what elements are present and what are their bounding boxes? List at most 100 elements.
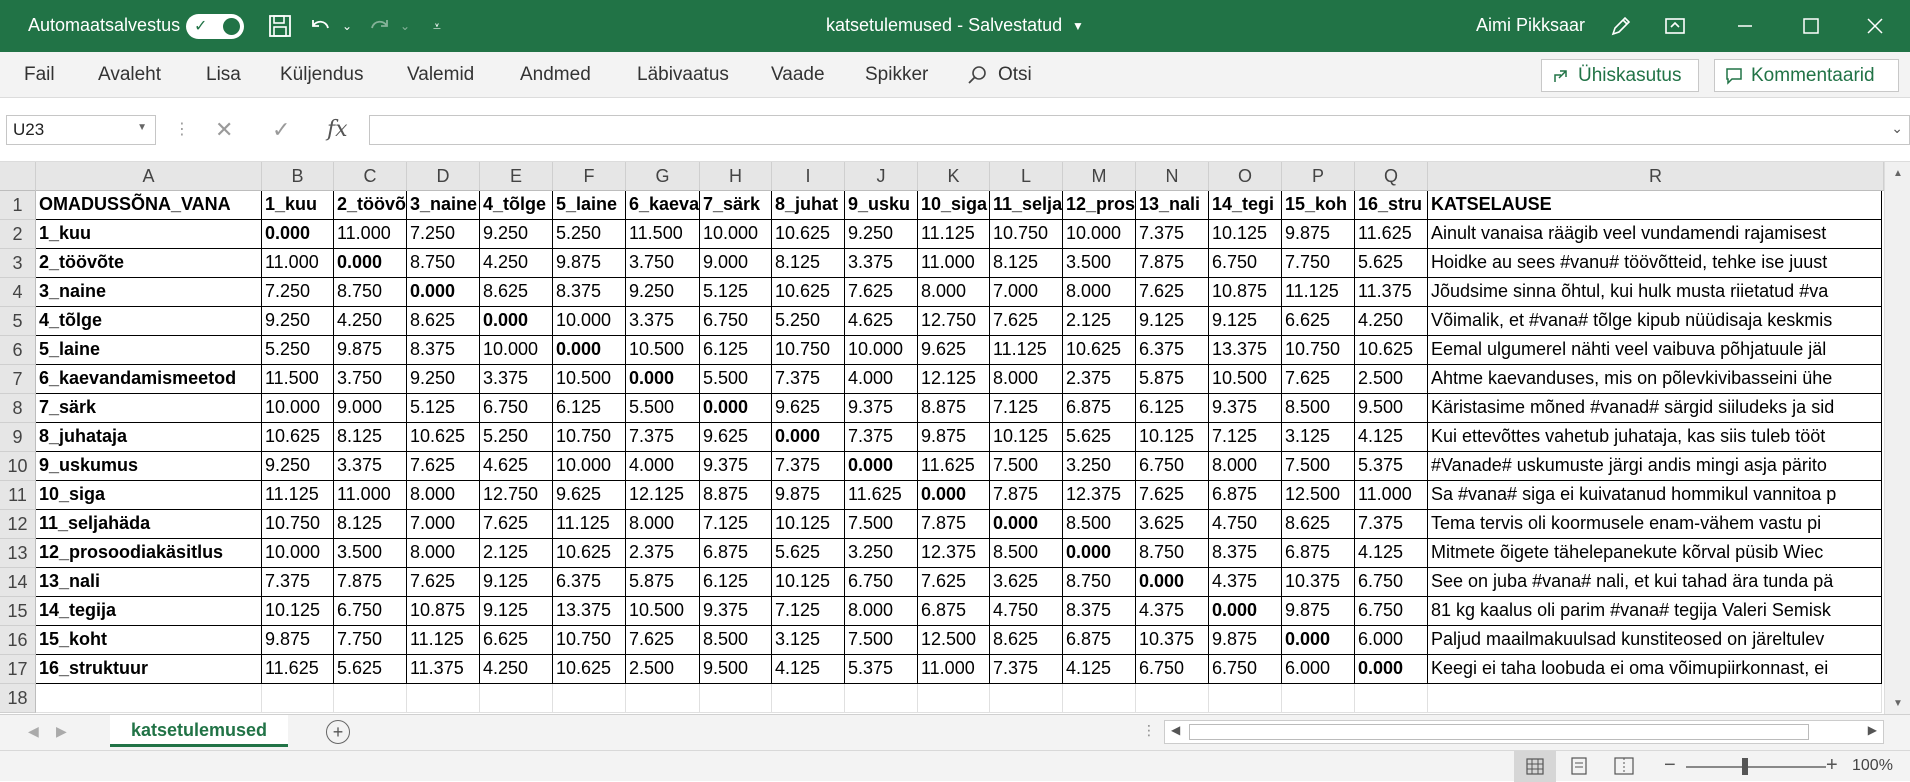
cell-q11[interactable]: 11.000	[1355, 481, 1428, 510]
cell-i8[interactable]: 9.625	[772, 394, 845, 423]
cell-a15[interactable]: 14_tegija	[36, 597, 262, 626]
cell-m16[interactable]: 6.875	[1063, 626, 1136, 655]
cell-f16[interactable]: 10.750	[553, 626, 626, 655]
cell-e3[interactable]: 4.250	[480, 249, 553, 278]
cell-p16[interactable]: 0.000	[1282, 626, 1355, 655]
cell-e6[interactable]: 10.000	[480, 336, 553, 365]
cell-p3[interactable]: 7.750	[1282, 249, 1355, 278]
cell-k2[interactable]: 11.125	[918, 220, 990, 249]
cell-f7[interactable]: 10.500	[553, 365, 626, 394]
cell-g6[interactable]: 10.500	[626, 336, 700, 365]
page-layout-view-icon[interactable]	[1570, 757, 1588, 780]
cell-c15[interactable]: 6.750	[334, 597, 407, 626]
row-header-1[interactable]: 1	[0, 191, 36, 220]
cell-j8[interactable]: 9.375	[845, 394, 918, 423]
cell-l4[interactable]: 7.000	[990, 278, 1063, 307]
cell-o15[interactable]: 0.000	[1209, 597, 1282, 626]
cell-f9[interactable]: 10.750	[553, 423, 626, 452]
cell-k14[interactable]: 7.625	[918, 568, 990, 597]
cell-n9[interactable]: 10.125	[1136, 423, 1209, 452]
cell-f2[interactable]: 5.250	[553, 220, 626, 249]
cell-g12[interactable]: 8.000	[626, 510, 700, 539]
save-icon[interactable]	[266, 12, 294, 40]
cell-n13[interactable]: 8.750	[1136, 539, 1209, 568]
row-header-5[interactable]: 5	[0, 307, 36, 336]
cell-e17[interactable]: 4.250	[480, 655, 553, 684]
cell-f6[interactable]: 0.000	[553, 336, 626, 365]
cell-m1[interactable]: 12_pros	[1063, 191, 1136, 220]
cell-a6[interactable]: 5_laine	[36, 336, 262, 365]
column-header-k[interactable]: K	[918, 162, 990, 191]
cell-d6[interactable]: 8.375	[407, 336, 480, 365]
cell-d17[interactable]: 11.375	[407, 655, 480, 684]
cell-q12[interactable]: 7.375	[1355, 510, 1428, 539]
tab-layout[interactable]: Küljendus	[280, 64, 363, 86]
cell-g14[interactable]: 5.875	[626, 568, 700, 597]
column-header-j[interactable]: J	[845, 162, 918, 191]
cell-i15[interactable]: 7.125	[772, 597, 845, 626]
cell-g1[interactable]: 6_kaeva	[626, 191, 700, 220]
cell-a17[interactable]: 16_struktuur	[36, 655, 262, 684]
cell-k9[interactable]: 9.875	[918, 423, 990, 452]
cell-m14[interactable]: 8.750	[1063, 568, 1136, 597]
cell-m8[interactable]: 6.875	[1063, 394, 1136, 423]
cell-f1[interactable]: 5_laine	[553, 191, 626, 220]
cell-j12[interactable]: 7.500	[845, 510, 918, 539]
cell-o8[interactable]: 9.375	[1209, 394, 1282, 423]
cell-h4[interactable]: 5.125	[700, 278, 772, 307]
cell-n10[interactable]: 6.750	[1136, 452, 1209, 481]
select-all-corner[interactable]	[0, 162, 36, 191]
maximize-icon[interactable]	[1796, 12, 1826, 40]
cell-i13[interactable]: 5.625	[772, 539, 845, 568]
column-header-g[interactable]: G	[626, 162, 700, 191]
cell-m13[interactable]: 0.000	[1063, 539, 1136, 568]
cell-r16[interactable]: Paljud maailmakuulsad kunstiteosed on jä…	[1428, 626, 1882, 655]
cell-m11[interactable]: 12.375	[1063, 481, 1136, 510]
cell-r14[interactable]: See on juba #vana# nali, et kui tahad är…	[1428, 568, 1882, 597]
cell-k5[interactable]: 12.750	[918, 307, 990, 336]
cell-i9[interactable]: 0.000	[772, 423, 845, 452]
cell-b16[interactable]: 9.875	[262, 626, 334, 655]
row-header-2[interactable]: 2	[0, 220, 36, 249]
cell-b7[interactable]: 11.500	[262, 365, 334, 394]
vertical-scrollbar[interactable]: ▲ ▼	[1884, 162, 1910, 714]
cell-a7[interactable]: 6_kaevandamismeetod	[36, 365, 262, 394]
cell-p10[interactable]: 7.500	[1282, 452, 1355, 481]
cell-a10[interactable]: 9_uskumus	[36, 452, 262, 481]
cell-r10[interactable]: #Vanade# uskumuste järgi andis mingi asj…	[1428, 452, 1882, 481]
cell-o5[interactable]: 9.125	[1209, 307, 1282, 336]
cell-h6[interactable]: 6.125	[700, 336, 772, 365]
cell-d9[interactable]: 10.625	[407, 423, 480, 452]
horizontal-scrollbar[interactable]: ◀ ▶	[1164, 720, 1884, 744]
cell-e1[interactable]: 4_tõlge	[480, 191, 553, 220]
row-header-7[interactable]: 7	[0, 365, 36, 394]
zoom-slider-thumb[interactable]	[1742, 758, 1748, 775]
cell-k15[interactable]: 6.875	[918, 597, 990, 626]
cell-n5[interactable]: 9.125	[1136, 307, 1209, 336]
cell-b14[interactable]: 7.375	[262, 568, 334, 597]
cell-r18[interactable]	[1428, 684, 1882, 713]
cell-g11[interactable]: 12.125	[626, 481, 700, 510]
cell-q6[interactable]: 10.625	[1355, 336, 1428, 365]
cell-l11[interactable]: 7.875	[990, 481, 1063, 510]
cell-g16[interactable]: 7.625	[626, 626, 700, 655]
cell-o13[interactable]: 8.375	[1209, 539, 1282, 568]
cell-m7[interactable]: 2.375	[1063, 365, 1136, 394]
cell-d4[interactable]: 0.000	[407, 278, 480, 307]
cell-q9[interactable]: 4.125	[1355, 423, 1428, 452]
cell-o16[interactable]: 9.875	[1209, 626, 1282, 655]
row-header-12[interactable]: 12	[0, 510, 36, 539]
cell-o14[interactable]: 4.375	[1209, 568, 1282, 597]
cell-l6[interactable]: 11.125	[990, 336, 1063, 365]
cell-h7[interactable]: 5.500	[700, 365, 772, 394]
cell-d5[interactable]: 8.625	[407, 307, 480, 336]
cell-k4[interactable]: 8.000	[918, 278, 990, 307]
cell-j16[interactable]: 7.500	[845, 626, 918, 655]
cell-m5[interactable]: 2.125	[1063, 307, 1136, 336]
cell-h2[interactable]: 10.000	[700, 220, 772, 249]
cell-c3[interactable]: 0.000	[334, 249, 407, 278]
cell-a14[interactable]: 13_nali	[36, 568, 262, 597]
cell-h14[interactable]: 6.125	[700, 568, 772, 597]
cell-j15[interactable]: 8.000	[845, 597, 918, 626]
cell-q5[interactable]: 4.250	[1355, 307, 1428, 336]
